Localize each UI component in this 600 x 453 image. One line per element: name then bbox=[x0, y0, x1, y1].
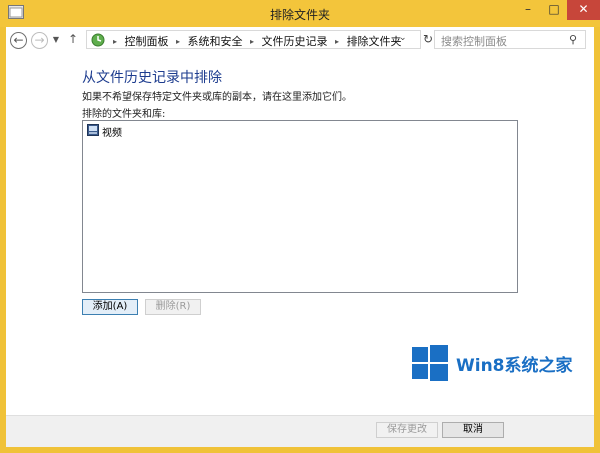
breadcrumb-separator[interactable]: ▸ bbox=[176, 37, 180, 46]
back-button[interactable]: ← bbox=[10, 32, 27, 49]
explorer-window: 排除文件夹 – □ ✕ ← → ▼ ↑ ▸ 控制面板 ▸ 系统和安全 ▸ 文件历… bbox=[0, 0, 600, 453]
breadcrumb-control-panel[interactable]: 控制面板 bbox=[125, 35, 169, 48]
minimize-button[interactable]: – bbox=[515, 0, 541, 20]
add-button[interactable]: 添加(A) bbox=[82, 299, 138, 315]
close-button[interactable]: ✕ bbox=[567, 0, 600, 20]
breadcrumb-separator[interactable]: ▸ bbox=[335, 37, 339, 46]
page-title: 从文件历史记录中排除 bbox=[82, 70, 222, 86]
forward-button[interactable]: → bbox=[31, 32, 48, 49]
watermark-text: Win8系统之家 bbox=[456, 356, 573, 376]
search-icon[interactable]: ⚲ bbox=[569, 33, 577, 46]
recent-locations-button[interactable]: ▼ bbox=[50, 31, 62, 49]
address-dropdown-icon[interactable]: ⌄ bbox=[399, 33, 407, 43]
breadcrumb: ▸ 控制面板 ▸ 系统和安全 ▸ 文件历史记录 ▸ 排除文件夹 bbox=[109, 33, 402, 49]
page-description: 如果不希望保存特定文件夹或库的副本，请在这里添加它们。 bbox=[82, 92, 352, 103]
breadcrumb-separator[interactable]: ▸ bbox=[250, 37, 254, 46]
save-changes-button[interactable]: 保存更改 bbox=[376, 422, 438, 438]
excluded-list-label: 排除的文件夹和库: bbox=[82, 109, 166, 120]
navigation-bar: ← → ▼ ↑ ▸ 控制面板 ▸ 系统和安全 ▸ 文件历史记录 ▸ 排除文件夹 bbox=[6, 27, 594, 53]
window-title: 排除文件夹 bbox=[269, 8, 330, 22]
search-input[interactable]: 搜索控制面板 ⚲ bbox=[434, 30, 586, 49]
cancel-button[interactable]: 取消 bbox=[442, 422, 504, 438]
footer-bar: 保存更改 取消 bbox=[6, 415, 594, 447]
list-item-label: 视频 bbox=[102, 128, 122, 139]
breadcrumb-system-security[interactable]: 系统和安全 bbox=[188, 35, 243, 48]
windows-logo-icon bbox=[412, 345, 448, 381]
address-bar[interactable]: ▸ 控制面板 ▸ 系统和安全 ▸ 文件历史记录 ▸ 排除文件夹 ⌄ bbox=[86, 30, 421, 49]
video-library-icon bbox=[87, 124, 99, 136]
remove-button[interactable]: 删除(R) bbox=[145, 299, 201, 315]
file-history-icon bbox=[91, 33, 105, 47]
maximize-button[interactable]: □ bbox=[541, 0, 567, 20]
title-bar[interactable]: 排除文件夹 – □ ✕ bbox=[0, 0, 600, 27]
breadcrumb-exclude-folders[interactable]: 排除文件夹 bbox=[347, 35, 402, 48]
search-placeholder: 搜索控制面板 bbox=[441, 35, 507, 48]
watermark: Win8系统之家 bbox=[410, 343, 585, 387]
breadcrumb-separator: ▸ bbox=[113, 37, 118, 46]
up-button[interactable]: ↑ bbox=[66, 31, 80, 49]
breadcrumb-file-history[interactable]: 文件历史记录 bbox=[262, 35, 328, 48]
excluded-folders-list[interactable]: 视频 bbox=[82, 120, 518, 293]
